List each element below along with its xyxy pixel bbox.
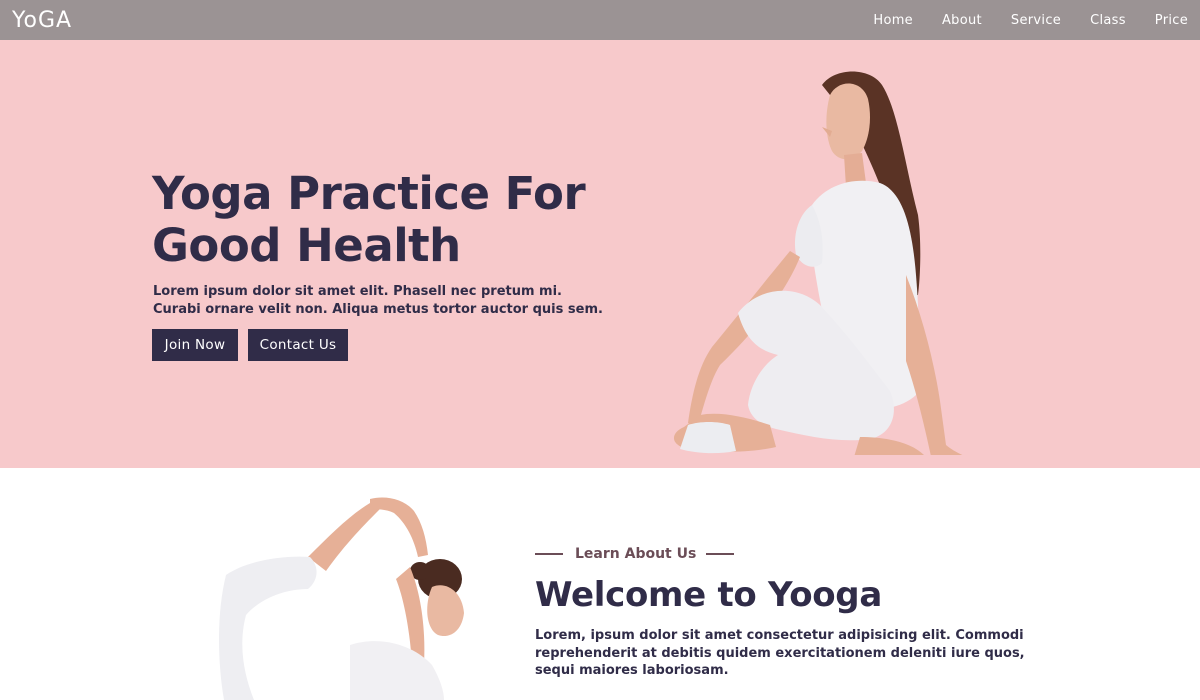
about-title: Welcome to Yooga (535, 575, 882, 615)
contact-us-button[interactable]: Contact Us (248, 329, 348, 361)
hero-description: Lorem ipsum dolor sit amet elit. Phasell… (153, 284, 603, 317)
main-menu: Home About Service Class Price (844, 0, 1188, 40)
site-logo[interactable]: YoGA (12, 8, 72, 33)
about-eyebrow: Learn About Us (535, 546, 735, 562)
hero-section: Yoga Practice For Good Health Lorem ipsu… (0, 40, 1200, 468)
eyebrow-label: Learn About Us (575, 546, 697, 562)
nav-link-price[interactable]: Price (1155, 13, 1188, 28)
about-yoga-woman-image (219, 497, 464, 700)
nav-link-about[interactable]: About (942, 13, 982, 28)
about-description: Lorem, ipsum dolor sit amet consectetur … (535, 628, 1025, 678)
hero-title: Yoga Practice For Good Health (152, 167, 586, 272)
nav-link-service[interactable]: Service (1011, 13, 1061, 28)
eyebrow-line-left (535, 553, 563, 555)
eyebrow-line-right (706, 553, 735, 555)
nav-link-home[interactable]: Home (873, 13, 913, 28)
nav-link-class[interactable]: Class (1090, 13, 1126, 28)
top-navbar: YoGA Home About Service Class Price (0, 0, 1200, 40)
join-now-button[interactable]: Join Now (152, 329, 238, 361)
hero-yoga-woman-image (673, 71, 963, 455)
